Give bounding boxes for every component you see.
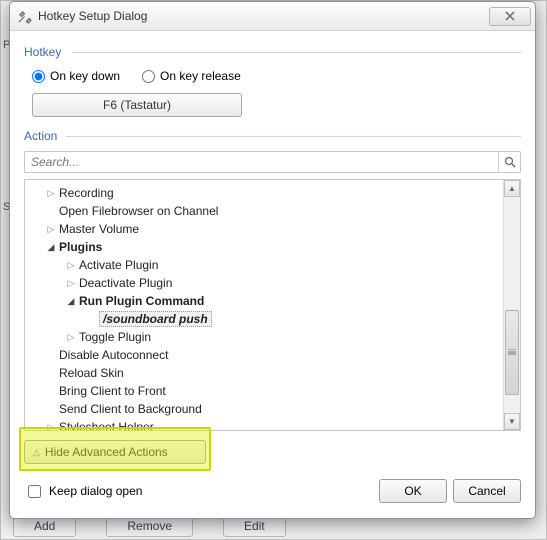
tree-item[interactable]: ◢Run Plugin Command bbox=[27, 292, 501, 310]
keep-dialog-open-checkbox[interactable]: Keep dialog open bbox=[24, 482, 142, 501]
tree-item[interactable]: Bring Client to Front bbox=[27, 382, 501, 400]
scroll-up-button[interactable]: ▲ bbox=[504, 180, 520, 197]
scroll-down-button[interactable]: ▼ bbox=[504, 413, 520, 430]
tree-item[interactable]: ▷Recording bbox=[27, 184, 501, 202]
hotkey-assign-label: F6 (Tastatur) bbox=[103, 98, 171, 112]
radio-on-key-release-label: On key release bbox=[160, 69, 241, 83]
keep-dialog-open-label: Keep dialog open bbox=[49, 484, 142, 498]
tree-item[interactable]: ▷Activate Plugin bbox=[27, 256, 501, 274]
hotkey-section-label: Hotkey bbox=[24, 45, 521, 59]
radio-on-key-down-input[interactable] bbox=[32, 70, 45, 83]
tree-item-label: Recording bbox=[59, 186, 114, 200]
tree-item-label: Master Volume bbox=[59, 222, 139, 236]
expand-icon[interactable]: ▷ bbox=[65, 261, 77, 270]
tree-item-label: Open Filebrowser on Channel bbox=[59, 204, 218, 218]
expand-icon[interactable]: ▷ bbox=[65, 333, 77, 342]
close-button[interactable] bbox=[489, 7, 531, 26]
tree-item[interactable]: Send Client to Background bbox=[27, 400, 501, 418]
titlebar[interactable]: Hotkey Setup Dialog bbox=[10, 2, 535, 31]
toggle-advanced-actions-label: Hide Advanced Actions bbox=[45, 445, 168, 459]
tree-item-label: Disable Autoconnect bbox=[59, 348, 168, 362]
action-section-label: Action bbox=[24, 129, 521, 143]
search-button[interactable] bbox=[498, 152, 520, 172]
scrollbar-thumb[interactable] bbox=[505, 310, 519, 395]
tree-item-label: Deactivate Plugin bbox=[79, 276, 172, 290]
keep-dialog-open-input[interactable] bbox=[28, 485, 41, 498]
collapse-icon[interactable]: ◢ bbox=[45, 243, 57, 252]
tree-item[interactable]: ▷Stylesheet Helper bbox=[27, 418, 501, 431]
tree-item[interactable]: Disable Autoconnect bbox=[27, 346, 501, 364]
tree-item-label: Plugins bbox=[59, 240, 102, 254]
search-icon bbox=[504, 156, 516, 168]
tools-icon bbox=[16, 8, 32, 24]
close-icon bbox=[505, 11, 515, 21]
search-input[interactable] bbox=[25, 155, 498, 169]
tree-item[interactable]: Reload Skin bbox=[27, 364, 501, 382]
expand-icon[interactable]: ▷ bbox=[45, 225, 57, 234]
dialog-title: Hotkey Setup Dialog bbox=[38, 9, 147, 23]
expand-icon[interactable]: ▷ bbox=[45, 423, 57, 432]
tree-item[interactable]: ◢Plugins bbox=[27, 238, 501, 256]
radio-on-key-down-label: On key down bbox=[50, 69, 120, 83]
collapse-icon[interactable]: ◢ bbox=[65, 297, 77, 306]
tree-item[interactable]: Open Filebrowser on Channel bbox=[27, 202, 501, 220]
tree-item[interactable]: ▷Deactivate Plugin bbox=[27, 274, 501, 292]
hotkey-setup-dialog: Hotkey Setup Dialog Hotkey On key down O… bbox=[9, 1, 536, 519]
radio-on-key-release-input[interactable] bbox=[142, 70, 155, 83]
action-tree: ▷RecordingOpen Filebrowser on Channel▷Ma… bbox=[24, 179, 521, 431]
chevron-up-icon: △ bbox=[33, 447, 40, 458]
radio-on-key-release[interactable]: On key release bbox=[142, 69, 241, 83]
tree-item-label: /soundboard push bbox=[99, 311, 212, 327]
tree-item[interactable]: ▷Master Volume bbox=[27, 220, 501, 238]
tree-item-label: Send Client to Background bbox=[59, 402, 202, 416]
tree-item[interactable]: /soundboard push bbox=[27, 310, 501, 328]
tree-item-label: Toggle Plugin bbox=[79, 330, 151, 344]
hotkey-assign-button[interactable]: F6 (Tastatur) bbox=[32, 93, 242, 117]
cancel-button[interactable]: Cancel bbox=[453, 479, 521, 503]
vertical-scrollbar[interactable]: ▲ ▼ bbox=[503, 180, 520, 430]
tree-item-label: Stylesheet Helper bbox=[59, 420, 154, 431]
expand-icon[interactable]: ▷ bbox=[65, 279, 77, 288]
toggle-advanced-actions-button[interactable]: △ Hide Advanced Actions bbox=[24, 440, 206, 464]
tree-item-label: Activate Plugin bbox=[79, 258, 158, 272]
tree-item-label: Bring Client to Front bbox=[59, 384, 166, 398]
action-search-row bbox=[24, 151, 521, 173]
ok-button[interactable]: OK bbox=[379, 479, 447, 503]
tree-item-label: Run Plugin Command bbox=[79, 294, 204, 308]
tree-item[interactable]: ▷Toggle Plugin bbox=[27, 328, 501, 346]
tree-item-label: Reload Skin bbox=[59, 366, 124, 380]
expand-icon[interactable]: ▷ bbox=[45, 189, 57, 198]
radio-on-key-down[interactable]: On key down bbox=[32, 69, 120, 83]
